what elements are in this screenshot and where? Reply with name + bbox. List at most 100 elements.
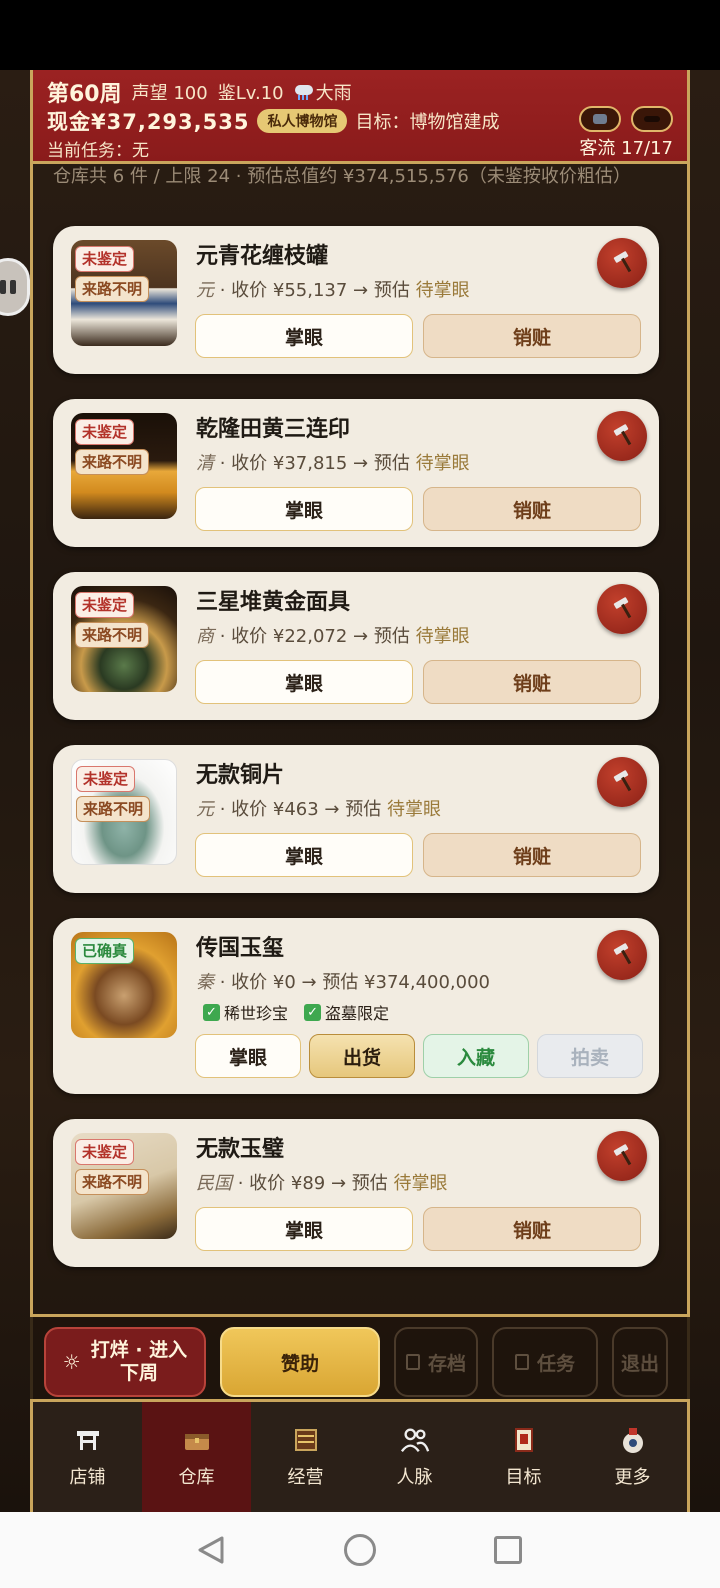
recent-apps-icon[interactable]	[494, 1536, 522, 1564]
floating-pause-button[interactable]	[0, 258, 30, 316]
item-card: 未鉴定 来路不明 乾隆田黄三连印 清 · 收价 ¥37,815 → 预估 待掌眼…	[53, 399, 659, 547]
speaker-icon	[593, 114, 607, 124]
back-icon[interactable]	[196, 1534, 226, 1566]
destroy-button[interactable]: 销赃	[423, 660, 641, 704]
status-bar	[0, 0, 720, 70]
item-estimate: 待掌眼	[415, 626, 470, 647]
hammer-icon	[613, 943, 632, 965]
tab-label: 仓库	[178, 1467, 215, 1488]
destroy-button[interactable]: 销赃	[423, 314, 641, 358]
appraise-button[interactable]: 掌眼	[195, 487, 413, 531]
tab-contacts[interactable]: 人脉	[360, 1402, 469, 1512]
tab-shop[interactable]: 店铺	[33, 1402, 142, 1512]
destroy-button[interactable]: 销赃	[423, 1207, 641, 1251]
next-week-button[interactable]: ☼ 打烊 · 进入 下周	[44, 1327, 206, 1397]
vase-icon	[618, 1425, 648, 1455]
appraise-button[interactable]: 掌眼	[195, 1207, 413, 1251]
destroy-button[interactable]: 销赃	[423, 833, 641, 877]
appraise-button[interactable]: 掌眼	[195, 660, 413, 704]
action-bar: ☼ 打烊 · 进入 下周 赞助 存档 任务 退出	[30, 1314, 690, 1402]
hammer-icon	[613, 251, 632, 273]
tab-warehouse[interactable]: 仓库	[142, 1402, 251, 1512]
header-panel: 第60周 声望 100 鉴Lv.10 大雨 现金¥37,293,535 私人博物…	[30, 70, 690, 164]
item-thumbnail: 未鉴定 来路不明	[71, 413, 177, 519]
scroll-icon	[509, 1425, 539, 1455]
tab-label: 更多	[614, 1467, 651, 1488]
unappraised-tag: 未鉴定	[75, 246, 135, 272]
item-name: 无款铜片	[196, 763, 285, 788]
item-dynasty: 秦	[196, 972, 214, 993]
item-card: 未鉴定 来路不明 三星堆黄金面具 商 · 收价 ¥22,072 → 预估 待掌眼…	[53, 572, 659, 720]
tab-label: 经营	[287, 1467, 324, 1488]
task-button[interactable]: 任务	[492, 1327, 598, 1397]
tab-label: 店铺	[69, 1467, 106, 1488]
item-thumbnail: 已确真	[71, 932, 177, 1038]
toggle-icon	[644, 116, 660, 122]
reputation-label: 声望 100	[131, 83, 208, 104]
header-stats: 第60周 声望 100 鉴Lv.10 大雨	[47, 76, 352, 108]
hammer-button[interactable]	[597, 584, 647, 634]
task-icon	[514, 1354, 529, 1370]
shop-icon	[73, 1425, 103, 1455]
item-estimate: ¥374,400,000	[364, 972, 491, 993]
item-estimate: 待掌眼	[393, 1173, 448, 1194]
sponsor-button[interactable]: 赞助	[220, 1327, 380, 1397]
app-screen: 第60周 声望 100 鉴Lv.10 大雨 现金¥37,293,535 私人博物…	[0, 70, 720, 1512]
hammer-button[interactable]	[597, 411, 647, 461]
museum-badge: 私人博物馆	[257, 109, 348, 133]
item-name: 乾隆田黄三连印	[196, 417, 351, 442]
hammer-button[interactable]	[597, 757, 647, 807]
trait-label: 盗墓限定	[325, 1004, 390, 1023]
item-name: 元青花缠枝罐	[196, 244, 329, 269]
unappraised-tag: 未鉴定	[76, 766, 136, 792]
item-estimate: 待掌眼	[386, 799, 441, 820]
item-price: · 收价 ¥463 → 预估	[214, 799, 387, 820]
home-icon[interactable]	[344, 1534, 376, 1566]
appraise-button[interactable]: 掌眼	[195, 833, 413, 877]
weather-label: 大雨	[315, 83, 352, 104]
tab-goal[interactable]: 目标	[469, 1402, 578, 1512]
next-week-label: 打烊 · 进入 下周	[90, 1339, 188, 1384]
appraise-button[interactable]: 掌眼	[195, 314, 413, 358]
hammer-icon	[613, 1144, 632, 1166]
collect-button[interactable]: 入藏	[423, 1034, 529, 1078]
sell-button[interactable]: 出货	[309, 1034, 415, 1078]
item-estimate: 待掌眼	[415, 453, 470, 474]
hammer-button[interactable]	[597, 1131, 647, 1181]
tab-label: 目标	[505, 1467, 542, 1488]
item-thumbnail: 未鉴定 来路不明	[71, 1133, 177, 1239]
tab-business[interactable]: 经营	[251, 1402, 360, 1512]
tab-more[interactable]: 更多	[578, 1402, 687, 1512]
unknown-origin-tag: 来路不明	[76, 796, 151, 822]
appraisal-level-label: 鉴Lv.10	[217, 83, 284, 104]
item-card: 未鉴定 来路不明 无款铜片 元 · 收价 ¥463 → 预估 待掌眼 掌眼 销赃	[53, 745, 659, 893]
exit-button[interactable]: 退出	[612, 1327, 668, 1397]
sun-icon: ☼	[62, 1350, 81, 1374]
appraise-button[interactable]: 掌眼	[195, 1034, 301, 1078]
tab-label: 人脉	[396, 1467, 433, 1488]
hammer-icon	[613, 597, 632, 619]
rain-cloud-icon	[294, 84, 314, 100]
abacus-icon	[291, 1425, 321, 1455]
item-dynasty: 元	[196, 280, 214, 301]
settings-toggle-button[interactable]	[631, 106, 673, 132]
people-icon	[400, 1425, 430, 1455]
warehouse-icon	[182, 1425, 212, 1455]
week-label: 第60周	[47, 82, 122, 107]
task-label: 任务	[536, 1352, 575, 1375]
hammer-button[interactable]	[597, 930, 647, 980]
item-dynasty: 清	[196, 453, 214, 474]
trait-tomb: ✓ 盗墓限定	[304, 1000, 389, 1024]
hammer-button[interactable]	[597, 238, 647, 288]
sound-toggle-button[interactable]	[579, 106, 621, 132]
item-meta: 商 · 收价 ¥22,072 → 预估 待掌眼	[196, 622, 470, 648]
item-price: · 收价 ¥89 → 预估	[232, 1173, 394, 1194]
save-button[interactable]: 存档	[394, 1327, 478, 1397]
save-icon	[405, 1354, 420, 1370]
unknown-origin-tag: 来路不明	[75, 622, 150, 648]
hammer-icon	[613, 424, 632, 446]
hammer-icon	[613, 770, 632, 792]
save-label: 存档	[427, 1352, 466, 1375]
destroy-button[interactable]: 销赃	[423, 487, 641, 531]
item-price: · 收价 ¥55,137 → 预估	[214, 280, 416, 301]
